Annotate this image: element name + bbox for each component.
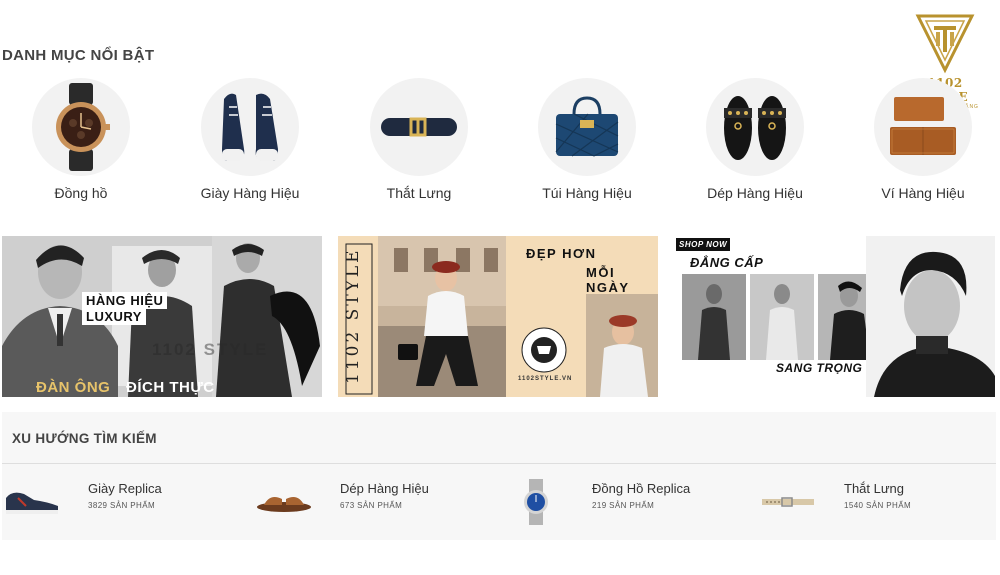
- trend-name: Dép Hàng Hiệu: [340, 481, 429, 496]
- banner-heading: LUXURY: [82, 308, 146, 325]
- trend-name: Thắt Lưng: [844, 481, 905, 496]
- banner-heading: MỖI NGÀY: [586, 265, 630, 295]
- banner-heading: HÀNG HIỆU: [82, 292, 168, 309]
- watch-icon: [56, 83, 110, 171]
- trend-name: Đồng Hồ Replica: [592, 481, 691, 496]
- category-label: Đồng hồ: [54, 185, 108, 201]
- watch-icon: [524, 479, 548, 525]
- banner-women[interactable]: 1102 STYLE ĐẸP HƠN MỖI NGÀY 1102STYLE.VN: [338, 236, 658, 397]
- banner-heading: ĐẸP HƠN: [526, 246, 597, 261]
- category-item-watch[interactable]: Đồng hồ: [11, 78, 151, 201]
- category-label: Dép Hàng Hiệu: [707, 185, 803, 201]
- trend-count: 673 SẢN PHẨM: [340, 501, 403, 510]
- trending-panel: XU HƯỚNG TÌM KIẾM Giày Replica 3829 SẢN …: [2, 412, 996, 540]
- banner-men-elegant[interactable]: SHOP NOW ĐẲNG CẤP SANG TRỌNG: [674, 236, 995, 397]
- banner-heading: ĐẲNG CẤP: [690, 255, 764, 270]
- page: 1102 STYLE THƯƠNG HIỆU ĐẲNG CẤP DANH MỤC…: [0, 0, 1000, 575]
- belt-icon: [762, 497, 814, 507]
- trend-item-shoe[interactable]: Giày Replica 3829 SẢN PHẨM: [2, 472, 247, 532]
- trend-item-belt[interactable]: Thắt Lưng 1540 SẢN PHẨM: [758, 472, 1000, 532]
- sandal-icon: [724, 96, 786, 160]
- shoe-icon: [6, 492, 58, 514]
- belt-icon: [381, 117, 457, 137]
- banner-stamp: 1102STYLE.VN: [518, 376, 573, 382]
- category-item-sandal[interactable]: Dép Hàng Hiệu: [685, 78, 825, 201]
- trend-count: 219 SẢN PHẨM: [592, 501, 655, 510]
- banner-photo: [2, 236, 322, 397]
- trend-count: 1540 SẢN PHẨM: [844, 501, 912, 510]
- trend-item-sandal[interactable]: Dép Hàng Hiệu 673 SẢN PHẨM: [254, 472, 499, 532]
- logo-emblem-icon: [915, 14, 975, 74]
- banner-luxury-men[interactable]: HÀNG HIỆU LUXURY 1102 STYLE ĐÀN ÔNG ĐÍCH…: [2, 236, 322, 397]
- banner-tagline: ĐÍCH THỰC: [126, 379, 215, 396]
- wallet-icon: [890, 97, 956, 155]
- category-item-belt[interactable]: Thắt Lưng: [349, 78, 489, 201]
- divider: [2, 463, 996, 464]
- category-label: Ví Hàng Hiệu: [881, 185, 965, 201]
- banner-watermark: 1102 STYLE: [152, 340, 269, 359]
- category-label: Túi Hàng Hiệu: [542, 185, 632, 201]
- category-list: Đồng hồ Giày Hàng Hiệu Thắt Lưng Túi Hàn…: [0, 78, 1000, 208]
- banner-heading: SANG TRỌNG: [776, 361, 863, 375]
- featured-title: DANH MỤC NỔI BẬT: [2, 47, 155, 64]
- category-label: Thắt Lưng: [386, 185, 452, 201]
- category-label: Giày Hàng Hiệu: [200, 185, 300, 201]
- sneaker-icon: [222, 93, 278, 161]
- category-item-wallet[interactable]: Ví Hàng Hiệu: [853, 78, 993, 201]
- shop-now-badge[interactable]: SHOP NOW: [676, 238, 731, 251]
- trend-item-watch[interactable]: Đồng Hồ Replica 219 SẢN PHẨM: [506, 472, 751, 532]
- category-item-shoes[interactable]: Giày Hàng Hiệu: [180, 78, 320, 201]
- trend-count: 3829 SẢN PHẨM: [88, 501, 156, 510]
- banner-photo: [338, 236, 658, 397]
- category-item-bag[interactable]: Túi Hàng Hiệu: [517, 78, 657, 201]
- handbag-icon: [555, 96, 619, 157]
- banner-tagline: ĐÀN ÔNG: [36, 379, 111, 396]
- sandal-icon: [257, 497, 311, 512]
- trend-name: Giày Replica: [88, 481, 162, 496]
- banner-vertical-brand: 1102 STYLE: [343, 247, 363, 384]
- trending-title: XU HƯỚNG TÌM KIẾM: [12, 431, 157, 446]
